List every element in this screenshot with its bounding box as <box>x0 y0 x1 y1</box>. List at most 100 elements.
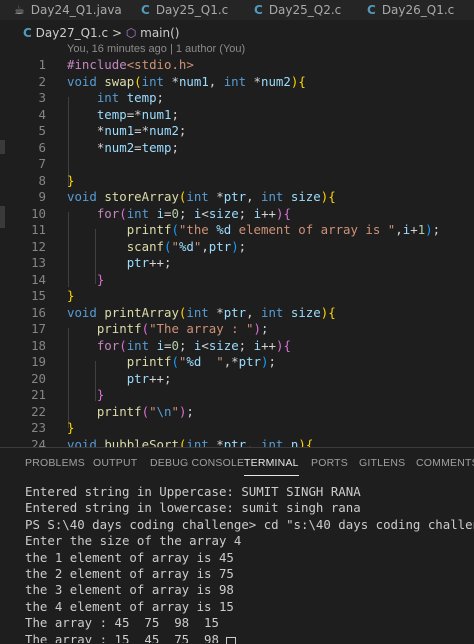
chevron-right-icon: > <box>111 26 122 40</box>
line-number: 20 <box>31 370 46 386</box>
tab-output[interactable]: OUTPUT <box>93 450 137 476</box>
java-icon: ☕ <box>14 3 25 17</box>
code-text: } <box>67 288 75 303</box>
line-number: 13 <box>31 255 46 270</box>
code-text: ptr++; <box>126 370 172 386</box>
code-line: 24 void bubbleSort(int *ptr, int n){ <box>0 437 474 448</box>
code-line: 11 printf("the %d element of array is ",… <box>0 222 474 239</box>
code-line: 21 } <box>0 387 474 404</box>
code-text: #include<stdio.h> <box>67 57 194 72</box>
method-icon: ⬡ <box>125 26 137 40</box>
line-number: 1 <box>38 57 46 72</box>
code-line: 2 void swap(int *num1, int *num2){ <box>0 74 474 91</box>
code-text: printf("The array : "); <box>96 321 269 336</box>
code-line: 13 ptr++; <box>0 255 474 272</box>
line-number: 23 <box>31 420 46 435</box>
code-text: void storeArray(int *ptr, int size){ <box>67 189 336 204</box>
code-text: int temp; <box>96 90 165 105</box>
code-text: for(int i=0; i<size; i++){ <box>96 205 291 221</box>
line-number: 11 <box>31 222 46 237</box>
line-number: 19 <box>31 354 46 369</box>
panel-divider[interactable] <box>0 447 474 448</box>
tab-label: Day26_Q1.c <box>381 3 455 17</box>
line-number: 10 <box>31 205 46 221</box>
breadcrumb: C Day27_Q1.c > ⬡ main() <box>23 23 180 43</box>
code-text: scanf("%d",ptr); <box>126 238 247 254</box>
line-number: 18 <box>31 337 46 353</box>
code-text: *num1=*num2; <box>67 123 187 138</box>
c-file-icon: C <box>141 3 150 17</box>
code-text: for(int i=0; i<size; i++){ <box>96 337 291 353</box>
line-number: 7 <box>38 156 46 171</box>
c-file-icon: C <box>23 26 32 40</box>
tab-label: Day25_Q2.c <box>268 3 342 17</box>
code-line: 12 scanf("%d",ptr); <box>0 239 474 256</box>
tab-comments[interactable]: COMMENTS <box>416 450 474 476</box>
code-text: printf("%d ",*ptr); <box>126 354 276 369</box>
code-line: 6 *num2=temp; <box>0 140 474 157</box>
code-text: } <box>96 271 105 287</box>
tab-terminal[interactable]: TERMINAL <box>244 450 299 476</box>
code-text: printf("\n"); <box>96 403 194 419</box>
terminal-line: the 3 element of array is 98 <box>25 582 234 598</box>
line-number: 5 <box>38 123 46 138</box>
breadcrumb-file[interactable]: Day27_Q1.c <box>36 26 108 40</box>
line-number: 6 <box>38 139 46 155</box>
tab-label: Day25_Q1.c <box>155 3 229 17</box>
terminal-line: the 1 element of array is 45 <box>25 549 234 565</box>
tab-day24-q1-java[interactable]: ☕ Day24_Q1.java <box>14 0 122 20</box>
terminal-line: the 2 element of array is 75 <box>25 565 234 581</box>
tab-day26-q1-c[interactable]: C Day26_Q1.c <box>367 0 454 20</box>
c-file-icon: C <box>254 3 263 17</box>
code-line: 4 temp=*num1; <box>0 107 474 124</box>
line-number: 24 <box>31 436 46 448</box>
git-blame-annotation[interactable]: You, 16 minutes ago | 1 author (You) <box>67 42 245 56</box>
code-line: 17 printf("The array : "); <box>0 321 474 338</box>
code-line: 16 void printArray(int *ptr, int size){ <box>0 305 474 322</box>
code-line: 19 printf("%d ",*ptr); <box>0 354 474 371</box>
code-line: 5 *num1=*num2; <box>0 123 474 140</box>
code-line: 23} <box>0 420 474 437</box>
terminal-line: The array : 45 75 98 15 <box>25 615 219 631</box>
line-number: 8 <box>38 172 46 188</box>
panel-tab-bar: PROBLEMS OUTPUT DEBUG CONSOLE TERMINAL P… <box>0 450 474 476</box>
code-line: 20 ptr++; <box>0 371 474 388</box>
tab-label: Day24_Q1.java <box>30 3 122 17</box>
line-number: 9 <box>38 189 46 204</box>
tab-day25-q1-c[interactable]: C Day25_Q1.c <box>141 0 228 20</box>
code-text: } <box>67 420 75 435</box>
tab-problems[interactable]: PROBLEMS <box>25 450 85 476</box>
line-number: 4 <box>38 106 46 122</box>
line-number: 16 <box>31 304 46 320</box>
line-number: 21 <box>31 387 46 402</box>
code-editor[interactable]: 1 #include<stdio.h> 2 void swap(int *num1,… <box>0 57 474 447</box>
terminal-line: Enter the size of the array 4 <box>25 533 242 549</box>
terminal-line: The array : 15 45 75 98 <box>25 631 219 643</box>
tab-day25-q2-c[interactable]: C Day25_Q2.c <box>254 0 341 20</box>
terminal-line: Entered string in Uppercase: SUMIT SINGH… <box>25 484 361 499</box>
code-line: 18 for(int i=0; i<size; i++){ <box>0 338 474 355</box>
code-text: void swap(int *num1, int *num2){ <box>67 73 306 89</box>
code-text: void printArray(int *ptr, int size){ <box>67 304 336 320</box>
line-number: 22 <box>31 403 46 419</box>
code-line: 14 } <box>0 272 474 289</box>
code-line: 3 int temp; <box>0 90 474 107</box>
code-text: void bubbleSort(int *ptr, int n){ <box>67 436 314 448</box>
code-line: 8} <box>0 173 474 190</box>
line-number: 3 <box>38 90 46 105</box>
terminal-line: the 4 element of array is 15 <box>25 598 234 614</box>
code-text: temp=*num1; <box>96 106 179 122</box>
code-text: ptr++; <box>126 255 172 270</box>
code-line: 1 #include<stdio.h> <box>0 57 474 74</box>
terminal-output[interactable]: Entered string in Uppercase: SUMIT SINGH… <box>25 484 474 643</box>
tab-debug-console[interactable]: DEBUG CONSOLE <box>150 450 244 476</box>
code-text: } <box>96 387 105 402</box>
tab-ports[interactable]: PORTS <box>311 450 348 476</box>
code-text: printf("the %d element of array is ",i+1… <box>126 222 441 237</box>
code-line: 7 <box>0 156 474 173</box>
line-number: 2 <box>38 73 46 89</box>
code-text: *num2=temp; <box>67 139 179 155</box>
tab-gitlens[interactable]: GITLENS <box>359 450 405 476</box>
breadcrumb-symbol[interactable]: main() <box>140 26 179 40</box>
line-number: 17 <box>31 321 46 336</box>
